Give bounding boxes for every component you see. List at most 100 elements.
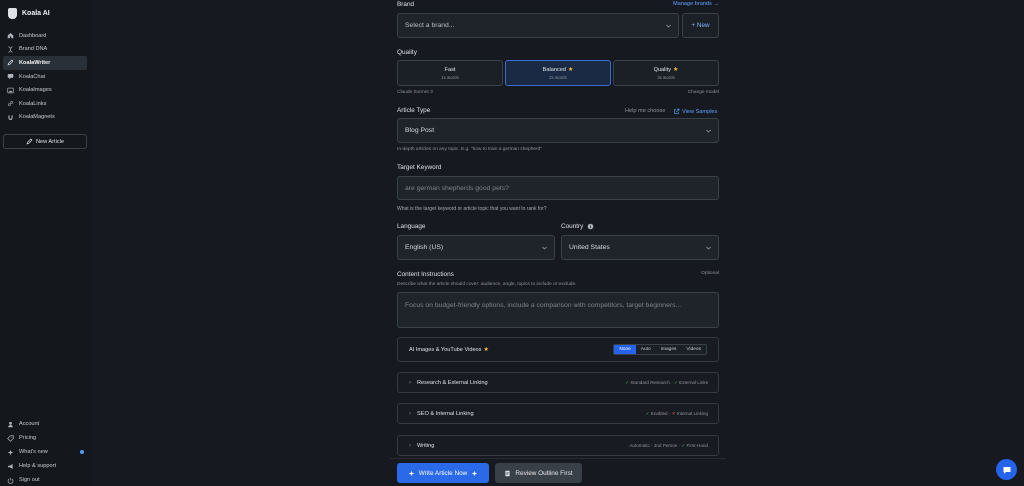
sidebar-item-koalaimages[interactable]: KoalaImages: [3, 83, 87, 97]
research-panel[interactable]: › Research & External Linking ✓ Standard…: [397, 372, 719, 393]
section-tag-text: Internal Linking: [676, 410, 708, 416]
quality-option-name: Quality: [653, 66, 672, 73]
app-logo[interactable]: Koala AI: [8, 8, 50, 19]
star-icon: ★: [673, 67, 679, 73]
model-name: Claude Sonnet 3: [397, 90, 433, 95]
manage-brands-link[interactable]: Manage brands →: [673, 1, 719, 7]
sidebar-nav: Dashboard Brand DNA KoalaWriter KoalaCha…: [3, 29, 87, 124]
sidebar-item-koalalinks[interactable]: KoalaLinks: [3, 97, 87, 111]
chevron-down-icon: [541, 244, 548, 251]
sidebar-item-label: KoalaImages: [19, 87, 52, 94]
media-option-images[interactable]: Images: [655, 345, 682, 354]
article-type-select[interactable]: Blog Post: [397, 118, 719, 143]
section-label: Research & External Linking: [417, 379, 488, 386]
sidebar-item-pricing[interactable]: Pricing: [3, 431, 87, 445]
help-me-choose-link[interactable]: Help me choose: [625, 108, 665, 114]
sidebar-item-label: KoalaChat: [19, 73, 46, 80]
tag-icon: [7, 434, 14, 442]
brand-select-placeholder: Select a brand...: [405, 22, 455, 29]
check-icon: ✓: [674, 379, 678, 385]
target-keyword-label: Target Keyword: [397, 164, 442, 171]
quality-option-name-row: Balanced ★: [543, 66, 574, 74]
write-article-button[interactable]: Write Article Now: [397, 463, 489, 483]
power-icon: [7, 477, 14, 484]
country-value: United States: [569, 244, 610, 251]
section-separator: ·: [671, 379, 673, 385]
language-label: Language: [397, 223, 426, 230]
country-label-row: Country: [561, 223, 594, 230]
sidebar-item-dashboard[interactable]: Dashboard: [3, 29, 87, 43]
sidebar-item-koalamagnets[interactable]: KoalaMagnets: [3, 111, 87, 125]
media-panel: AI Images & YouTube Videos ★ None Auto I…: [397, 337, 719, 362]
user-icon: [7, 421, 14, 428]
section-tag-text: First-Hand: [686, 442, 708, 448]
sidebar-item-koalachat[interactable]: KoalaChat: [3, 70, 87, 84]
sparkle-icon: [7, 449, 14, 456]
link-icon: [7, 100, 14, 107]
media-segmented-control: None Auto Images Videos: [613, 344, 707, 355]
sidebar-item-label: KoalaLinks: [19, 100, 47, 107]
sidebar: Koala AI Dashboard Brand DNA KoalaWriter…: [0, 0, 92, 486]
article-type-label: Article Type: [397, 107, 431, 114]
quality-option-quality[interactable]: Quality ★ 3x words: [613, 60, 719, 86]
media-label: AI Images & YouTube Videos: [409, 346, 482, 353]
quality-option-sub: 2x words: [549, 75, 567, 80]
media-option-videos[interactable]: Videos: [681, 345, 706, 354]
sidebar-item-whats-new[interactable]: What's new: [3, 445, 87, 459]
chevron-down-icon: [665, 22, 672, 29]
sidebar-item-account[interactable]: Account: [3, 417, 87, 431]
quality-option-balanced[interactable]: Balanced ★ 2x words: [505, 60, 611, 86]
info-icon[interactable]: [587, 223, 594, 230]
sidebar-item-label: Sign out: [19, 477, 40, 483]
sidebar-item-sign-out[interactable]: Sign out: [3, 473, 87, 486]
new-article-button[interactable]: New Article: [3, 134, 87, 149]
chat-icon: [7, 73, 14, 80]
brand-select[interactable]: Select a brand...: [397, 13, 679, 38]
sidebar-bottom-nav: Account Pricing What's new Help & suppor…: [3, 417, 87, 486]
pencil-icon: [7, 59, 14, 66]
koala-logo-icon: [8, 8, 17, 19]
article-type-hint: In-depth articles on any topic. E.g. "ho…: [397, 147, 542, 152]
change-model-link[interactable]: Change model: [688, 90, 719, 95]
review-outline-label: Review Outline First: [515, 469, 573, 477]
document-icon: [504, 470, 511, 477]
section-label: SEO & Internal Linking: [417, 410, 474, 417]
language-value: English (US): [405, 244, 444, 251]
sidebar-item-help-support[interactable]: Help & support: [3, 459, 87, 473]
section-summary: Automatic · 2nd Person · ✓ First-Hand: [629, 443, 708, 449]
quality-option-sub: 1x words: [441, 74, 459, 80]
country-select[interactable]: United States: [561, 235, 719, 260]
chevron-down-icon: [705, 127, 712, 134]
section-separator: ·: [668, 410, 671, 416]
media-option-none[interactable]: None: [614, 345, 636, 354]
review-outline-button[interactable]: Review Outline First: [495, 463, 582, 483]
sidebar-item-label: Dashboard: [19, 32, 47, 39]
media-option-auto[interactable]: Auto: [635, 345, 656, 354]
sparkle-icon: [471, 470, 478, 477]
chevron-right-icon: ›: [409, 410, 411, 417]
writing-panel[interactable]: › Writing Automatic · 2nd Person · ✓ Fir…: [397, 435, 719, 456]
write-article-label: Write Article Now: [418, 469, 468, 477]
sidebar-item-brand-dna[interactable]: Brand DNA: [3, 43, 87, 57]
country-label: Country: [561, 223, 584, 230]
article-type-value: Blog Post: [405, 127, 435, 134]
new-brand-button[interactable]: + New: [682, 13, 719, 38]
language-select[interactable]: English (US): [397, 235, 555, 260]
sidebar-item-koalawriter[interactable]: KoalaWriter: [3, 56, 87, 70]
app-name: Koala AI: [22, 10, 50, 17]
footer-divider: [390, 458, 726, 459]
support-chat-button[interactable]: [996, 459, 1017, 480]
external-link-icon: [673, 108, 680, 115]
content-instructions-textarea[interactable]: Focus on budget-friendly options, includ…: [397, 292, 719, 328]
view-samples-link[interactable]: View Samples: [673, 108, 717, 115]
quality-option-sub: 3x words: [657, 75, 675, 80]
seo-panel[interactable]: › SEO & Internal Linking ✓ Enabled · ✕ I…: [397, 403, 719, 424]
quality-option-fast[interactable]: Fast 1x words: [397, 60, 503, 86]
check-icon: ✓: [681, 442, 686, 448]
target-keyword-hint: What is the target keyword or article to…: [397, 206, 547, 212]
target-keyword-input[interactable]: are german shepherds good pets?: [397, 176, 719, 200]
new-article-label: New Article: [36, 138, 64, 145]
chevron-right-icon: ›: [409, 442, 411, 449]
star-icon: ★: [567, 67, 574, 73]
sidebar-item-label: KoalaWriter: [19, 59, 51, 66]
